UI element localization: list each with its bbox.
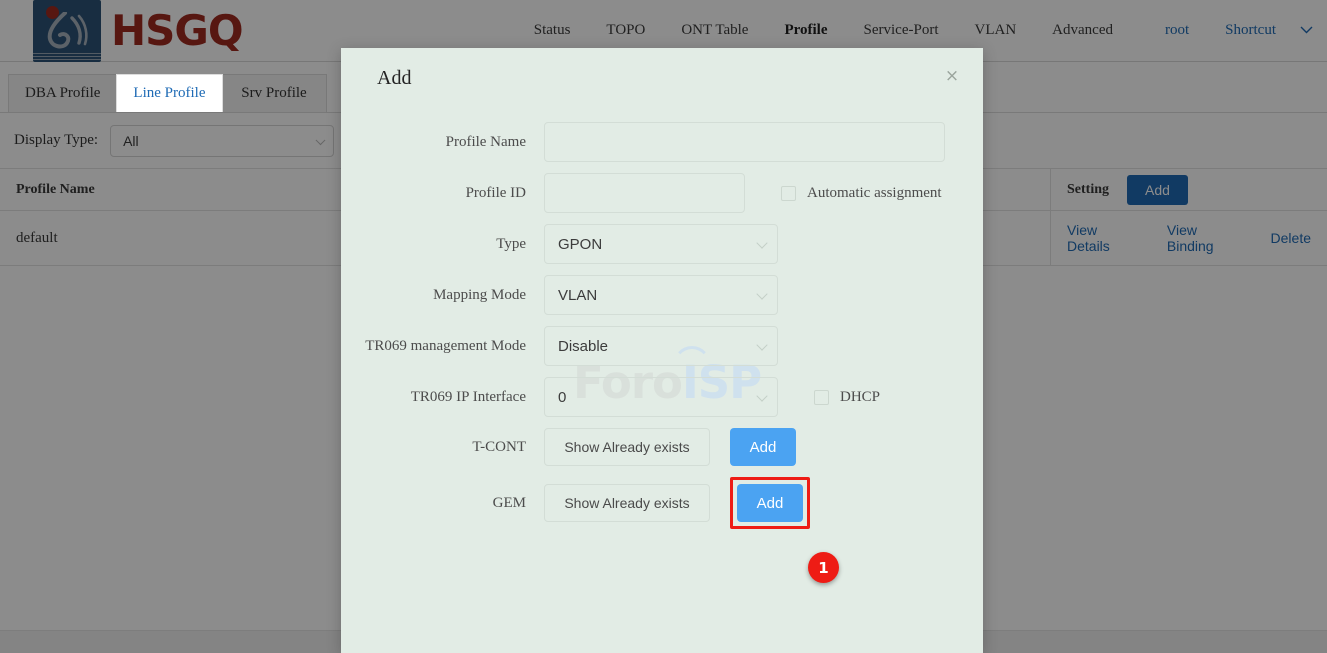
step-badge: 1 <box>808 552 839 583</box>
automatic-assignment-checkbox[interactable] <box>781 185 796 201</box>
automatic-assignment-checkbox-wrap[interactable]: Automatic assignment <box>781 185 942 202</box>
tab-line-profile[interactable]: Line Profile <box>116 74 223 112</box>
label-tr069-management-mode: TR069 management Mode <box>365 337 526 354</box>
mapping-mode-select[interactable]: VLAN <box>544 275 778 315</box>
tr069-management-mode-select[interactable]: Disable <box>544 326 778 366</box>
field-row-type: Type GPON <box>341 224 983 264</box>
field-row-tr069-management-mode: TR069 management Mode Disable <box>341 326 983 366</box>
profile-name-input[interactable] <box>544 122 945 162</box>
label-tcont: T-CONT <box>472 438 526 455</box>
app-root: HSGQ Status TOPO ONT Table Profile Servi… <box>0 0 1327 653</box>
label-profile-name: Profile Name <box>445 133 526 150</box>
mapping-mode-select-value: VLAN <box>558 286 598 304</box>
profile-id-input[interactable] <box>544 173 745 213</box>
field-row-gem: GEM Show Already exists Add <box>341 477 983 529</box>
field-row-tcont: T-CONT Show Already exists Add <box>341 428 983 466</box>
tr069-ip-interface-value: 0 <box>558 388 567 406</box>
chevron-down-icon <box>756 390 768 402</box>
gem-add-highlight: Add <box>730 477 810 529</box>
tr069-management-mode-value: Disable <box>558 337 609 355</box>
label-tr069-ip-interface: TR069 IP Interface <box>410 388 526 405</box>
label-profile-id: Profile ID <box>465 184 526 201</box>
tcont-add-button[interactable]: Add <box>730 428 796 466</box>
label-mapping-mode: Mapping Mode <box>433 286 526 303</box>
chevron-down-icon <box>756 237 768 249</box>
label-type: Type <box>496 235 526 252</box>
chevron-down-icon <box>756 339 768 351</box>
tr069-ip-interface-select[interactable]: 0 <box>544 377 778 417</box>
type-select[interactable]: GPON <box>544 224 778 264</box>
type-select-value: GPON <box>558 235 603 253</box>
field-row-profile-name: Profile Name <box>341 122 983 162</box>
label-gem: GEM <box>492 494 526 511</box>
tcont-show-existing-button[interactable]: Show Already exists <box>544 428 710 466</box>
dhcp-checkbox-wrap[interactable]: DHCP <box>814 389 880 406</box>
dhcp-checkbox[interactable] <box>814 389 829 405</box>
gem-show-existing-button[interactable]: Show Already exists <box>544 484 710 522</box>
label-dhcp: DHCP <box>840 388 881 405</box>
dialog-title: Add <box>377 66 412 89</box>
field-row-mapping-mode: Mapping Mode VLAN <box>341 275 983 315</box>
close-icon[interactable]: × <box>943 68 961 86</box>
gem-add-button[interactable]: Add <box>737 484 803 522</box>
field-row-tr069-ip-interface: TR069 IP Interface 0 DHCP <box>341 377 983 417</box>
chevron-down-icon <box>756 288 768 300</box>
field-row-profile-id: Profile ID Automatic assignment <box>341 173 983 213</box>
add-line-profile-dialog: Add × ForoISP Profile Name Profile ID Au… <box>341 48 983 653</box>
dialog-body: ForoISP Profile Name Profile ID Automati… <box>341 108 983 529</box>
dialog-header: Add × <box>341 48 983 108</box>
label-automatic-assignment: Automatic assignment <box>807 184 942 201</box>
